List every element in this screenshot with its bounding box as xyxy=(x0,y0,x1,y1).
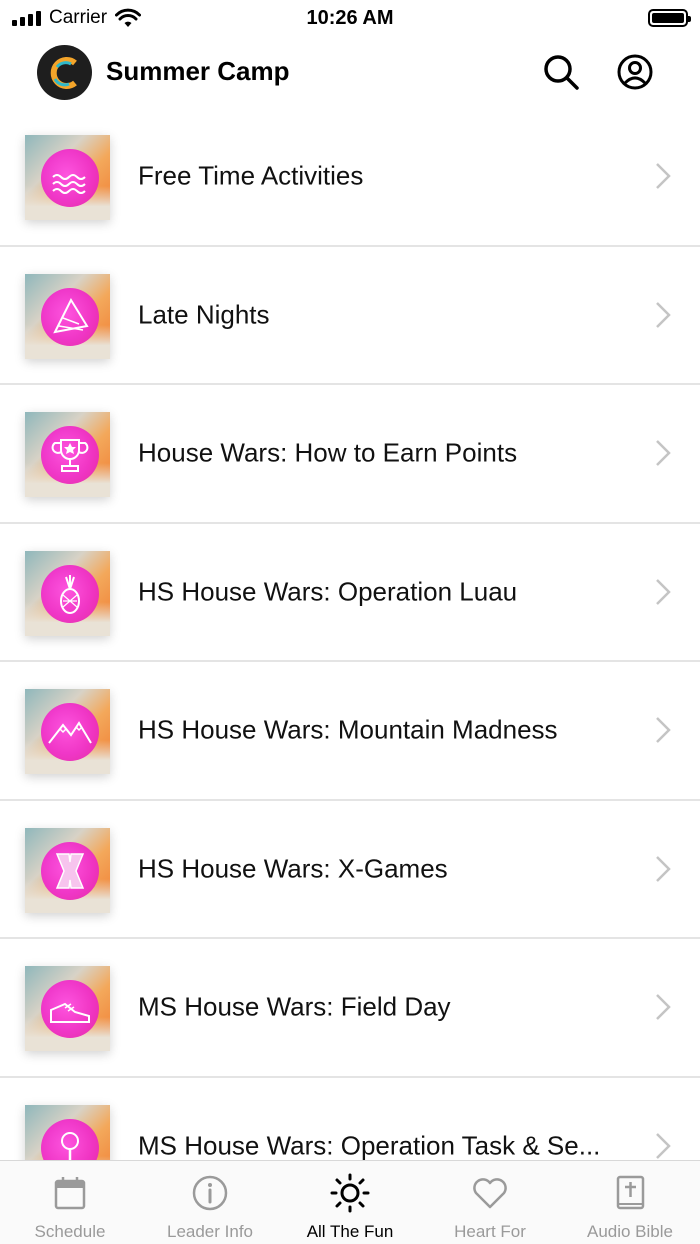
sneaker-icon xyxy=(50,1002,90,1023)
tab-label: Audio Bible xyxy=(586,1222,673,1241)
heart-icon xyxy=(473,1178,507,1209)
sun-icon xyxy=(330,1173,370,1213)
content-list: Free Time Activities Late Nights House W… xyxy=(0,108,700,1160)
chevron-right-icon xyxy=(656,440,671,467)
tab-bar: Schedule Leader Info All The Fun Heart F… xyxy=(0,1160,700,1244)
mountain-icon xyxy=(48,721,92,744)
item-title: Free Time Activities xyxy=(138,160,364,191)
chevron-right-icon xyxy=(656,301,671,328)
page-title: Summer Camp xyxy=(106,56,290,86)
item-title: HS House Wars: Operation Luau xyxy=(138,576,518,607)
account-circle-icon xyxy=(617,54,653,90)
chevron-right-icon xyxy=(656,855,671,882)
list-item[interactable]: House Wars: How to Earn Points xyxy=(0,385,700,524)
x-letter-icon xyxy=(55,852,85,889)
status-bar: Carrier 10:26 AM xyxy=(0,0,700,38)
status-time: 10:26 AM xyxy=(306,7,394,29)
list-item[interactable]: Free Time Activities xyxy=(0,108,700,247)
list-item[interactable]: HS House Wars: Mountain Madness xyxy=(0,662,700,801)
item-title: HS House Wars: Mountain Madness xyxy=(138,714,558,745)
item-thumbnail xyxy=(25,1104,110,1160)
item-thumbnail xyxy=(25,966,110,1051)
tab-all-the-fun[interactable]: All The Fun xyxy=(280,1161,420,1244)
pineapple-icon xyxy=(60,574,80,614)
list-item[interactable]: HS House Wars: Operation Luau xyxy=(0,524,700,662)
item-title: Late Nights xyxy=(138,299,270,330)
camp-logo-icon xyxy=(50,56,77,89)
tab-label: Heart For xyxy=(454,1222,526,1241)
list-item[interactable]: HS House Wars: X-Games xyxy=(0,801,700,939)
app-logo[interactable] xyxy=(37,45,92,100)
magnifier-icon xyxy=(61,1131,79,1160)
chevron-right-icon xyxy=(656,994,671,1021)
chevron-right-icon xyxy=(656,1132,671,1159)
app-header: Summer Camp xyxy=(0,40,700,110)
item-title: MS House Wars: Operation Task & Se... xyxy=(138,1130,601,1160)
item-thumbnail xyxy=(25,273,110,359)
party-hat-icon xyxy=(53,297,89,333)
search-icon xyxy=(544,55,579,90)
trophy-icon xyxy=(51,439,89,472)
item-thumbnail xyxy=(25,827,110,913)
chevron-right-icon xyxy=(656,578,671,605)
item-title: House Wars: How to Earn Points xyxy=(138,437,518,468)
tab-heart-for[interactable]: Heart For xyxy=(420,1161,560,1244)
list-item[interactable]: MS House Wars: Operation Task & Se... xyxy=(0,1078,700,1160)
tab-label: Schedule xyxy=(34,1222,106,1241)
waves-icon xyxy=(52,174,86,194)
item-title: MS House Wars: Field Day xyxy=(138,991,451,1022)
tab-schedule[interactable]: Schedule xyxy=(0,1161,140,1244)
item-thumbnail xyxy=(25,412,110,497)
chevron-right-icon xyxy=(656,717,671,744)
bible-icon xyxy=(616,1175,645,1210)
item-title: HS House Wars: X-Games xyxy=(138,853,448,884)
item-thumbnail xyxy=(25,135,110,220)
tab-label: All The Fun xyxy=(306,1222,394,1241)
tab-label: Leader Info xyxy=(166,1222,253,1241)
item-thumbnail xyxy=(25,689,110,774)
info-icon xyxy=(192,1175,228,1211)
list-item[interactable]: MS House Wars: Field Day xyxy=(0,939,700,1078)
chevron-right-icon xyxy=(656,163,671,190)
calendar-icon xyxy=(54,1177,86,1210)
tab-audio-bible[interactable]: Audio Bible xyxy=(560,1161,700,1244)
item-thumbnail xyxy=(25,550,110,636)
tab-leader-info[interactable]: Leader Info xyxy=(140,1161,280,1244)
battery-icon xyxy=(648,9,691,27)
list-item[interactable]: Late Nights xyxy=(0,247,700,385)
search-button[interactable] xyxy=(541,52,581,92)
account-button[interactable] xyxy=(615,52,655,92)
